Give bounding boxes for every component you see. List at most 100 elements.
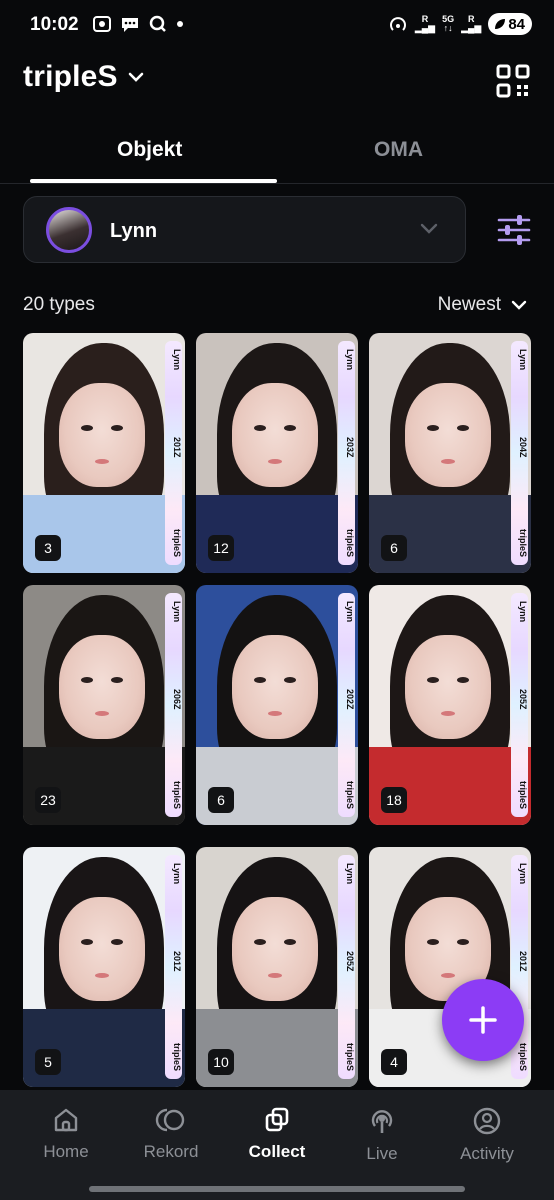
sort-label: Newest (437, 294, 501, 315)
objekt-member: Lynn (345, 349, 355, 371)
objekt-card[interactable]: Lynn 202Z tripleS 6 (196, 585, 358, 825)
objekt-info-strip: Lynn 202Z tripleS (338, 593, 355, 817)
objekt-type-count: 20 types (23, 294, 95, 315)
tab-oma[interactable]: OMA (374, 138, 423, 162)
status-time: 10:02 (30, 14, 79, 35)
nav-collect[interactable]: Collect (227, 1106, 327, 1162)
photo-lips (268, 459, 282, 464)
search-app-icon (149, 15, 166, 32)
photo-face (232, 383, 318, 487)
objekt-member: Lynn (172, 601, 182, 623)
chat-icon (122, 18, 138, 32)
objekt-member: Lynn (345, 601, 355, 623)
nav-home[interactable]: Home (16, 1106, 116, 1162)
objekt-number: 205Z (345, 951, 355, 972)
battery-indicator: 84 (488, 13, 532, 35)
photo-eye (457, 939, 469, 945)
objekt-card[interactable]: Lynn 201Z tripleS 5 (23, 847, 185, 1087)
photo-eye (111, 677, 123, 683)
photo-lips (441, 973, 455, 978)
photo-lips (95, 459, 109, 464)
photo-eye (254, 677, 266, 683)
photo-clothing (196, 1009, 358, 1087)
photo-eye (284, 425, 296, 431)
photo-face (405, 383, 491, 487)
photo-lips (268, 711, 282, 716)
activity-icon (473, 1107, 501, 1135)
status-notification-icons (92, 15, 184, 33)
photo-eye (254, 425, 266, 431)
signal-1: R ▂▄▆ (414, 14, 436, 33)
photo-clothing (369, 747, 531, 825)
tab-objekt[interactable]: Objekt (117, 138, 182, 162)
objekt-number: 205Z (518, 689, 528, 710)
copies-badge: 3 (35, 535, 61, 561)
objekt-number: 202Z (345, 689, 355, 710)
plus-icon (469, 1006, 497, 1034)
objekt-member: Lynn (518, 349, 528, 371)
rekord-icon (155, 1108, 185, 1132)
objekt-number: 201Z (518, 951, 528, 972)
copies-badge: 23 (35, 787, 61, 813)
objekt-card[interactable]: Lynn 203Z tripleS 12 (196, 333, 358, 573)
objekt-card[interactable]: Lynn 201Z tripleS 3 (23, 333, 185, 573)
photo-face (232, 635, 318, 739)
objekt-grid: Lynn 201Z tripleS 3 Lynn 203Z tripleS 12 Lynn 204… (23, 333, 531, 1089)
photo-eye (427, 677, 439, 683)
signal-2: R ▂▄▆ (461, 14, 482, 33)
objekt-number: 201Z (172, 951, 182, 972)
objekt-card[interactable]: Lynn 205Z tripleS 18 (369, 585, 531, 825)
brand-switcher[interactable]: tripleS (23, 60, 144, 94)
photo-eye (427, 425, 439, 431)
bottom-nav: Home Rekord Collect Live Activity (0, 1090, 554, 1200)
add-button[interactable] (442, 979, 524, 1061)
qr-code-icon[interactable] (496, 64, 530, 98)
objekt-group: tripleS (345, 1042, 355, 1071)
objekt-group: tripleS (172, 528, 182, 557)
objekt-info-strip: Lynn 206Z tripleS (165, 593, 182, 817)
objekt-group: tripleS (345, 528, 355, 557)
objekt-card[interactable]: Lynn 205Z tripleS 10 (196, 847, 358, 1087)
copies-badge: 4 (381, 1049, 407, 1075)
photo-face (59, 383, 145, 487)
objekt-member: Lynn (172, 863, 182, 885)
gesture-bar (89, 1186, 465, 1192)
objekt-number: 201Z (172, 437, 182, 458)
objekt-number: 204Z (518, 437, 528, 458)
live-icon (371, 1110, 393, 1133)
copies-badge: 10 (208, 1049, 234, 1075)
filter-icon[interactable] (497, 214, 531, 246)
objekt-group: tripleS (172, 780, 182, 809)
nav-activity[interactable]: Activity (437, 1106, 537, 1164)
photo-face (59, 897, 145, 1001)
photo-face (232, 897, 318, 1001)
objekt-member: Lynn (172, 349, 182, 371)
objekt-info-strip: Lynn 201Z tripleS (165, 341, 182, 565)
photo-eye (254, 939, 266, 945)
photo-eye (111, 939, 123, 945)
objekt-group: tripleS (345, 780, 355, 809)
photo-lips (95, 711, 109, 716)
chevron-down-icon (420, 223, 438, 234)
photo-eye (81, 677, 93, 683)
objekt-card[interactable]: Lynn 206Z tripleS 23 (23, 585, 185, 825)
copies-badge: 5 (35, 1049, 61, 1075)
sort-dropdown[interactable]: Newest (438, 294, 527, 316)
objekt-info-strip: Lynn 205Z tripleS (511, 593, 528, 817)
collect-icon (265, 1107, 289, 1132)
photo-eye (457, 425, 469, 431)
objekt-card[interactable]: Lynn 204Z tripleS 6 (369, 333, 531, 573)
photo-clothing (23, 495, 185, 573)
objekt-member: Lynn (518, 601, 528, 623)
photo-face (59, 635, 145, 739)
photo-eye (284, 677, 296, 683)
photo-eye (81, 939, 93, 945)
objekt-info-strip: Lynn 203Z tripleS (338, 341, 355, 565)
photo-eye (284, 939, 296, 945)
nav-rekord[interactable]: Rekord (121, 1106, 221, 1162)
nav-live[interactable]: Live (332, 1106, 432, 1164)
objekt-group: tripleS (518, 780, 528, 809)
objekt-info-strip: Lynn 205Z tripleS (338, 855, 355, 1079)
member-selector[interactable]: Lynn (23, 196, 466, 263)
screenshot-icon (93, 16, 111, 32)
